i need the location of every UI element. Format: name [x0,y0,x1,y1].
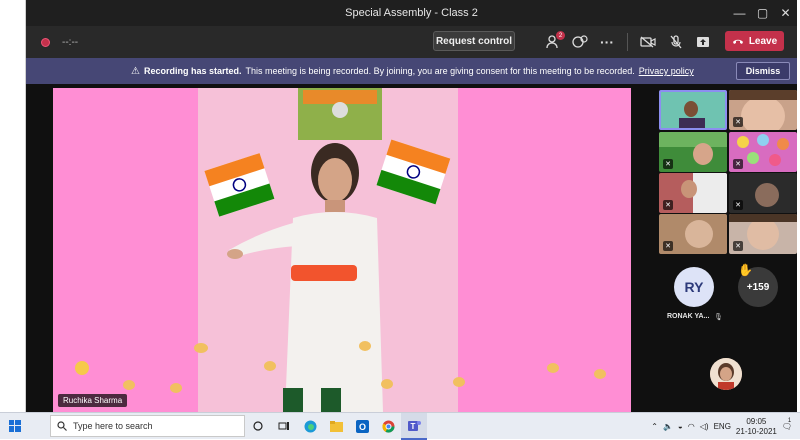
participant-name: RONAK YA... [667,313,710,320]
ellipsis-icon: ··· [600,34,614,50]
taskbar-search[interactable]: Type here to search [50,415,245,437]
speaker-video-image [75,88,606,412]
notification-center-icon[interactable]: 🗨 1 [782,418,792,431]
reactions-button[interactable] [571,33,589,51]
self-view[interactable] [710,358,742,390]
participant-tile[interactable]: ✕ [729,132,797,172]
participant-tile[interactable]: ✕ [729,173,797,213]
edge-icon [304,420,316,432]
mic-off-icon: ✕ [663,200,673,210]
chrome-app[interactable] [375,413,401,440]
leave-label: Leave [748,35,778,47]
clock-time: 09:05 [746,416,767,426]
recording-icon [41,37,50,47]
screen: Special Assembly - Class 2 — ▢ ✕ --:-- R… [0,0,800,440]
mic-off-icon: ✕ [733,117,743,127]
mic-off-icon: ✕ [663,241,673,251]
chrome-icon [381,420,394,433]
participant-tile[interactable]: ✕ [729,90,797,130]
wifi-icon[interactable]: ◠ [688,422,695,431]
close-button[interactable]: ✕ [774,0,797,26]
title-bar: Special Assembly - Class 2 — ▢ ✕ [26,0,797,26]
participant-tile[interactable]: ✕ [729,214,797,254]
camera-off-icon [640,36,656,48]
speaker-name-tag: Ruchika Sharma [58,394,128,407]
windows-taskbar: Type here to search O T ⌃ 🔈 ◒ ◠ ◁) ENG 0… [0,412,800,440]
share-screen-icon [697,37,709,47]
cortana-button[interactable] [245,413,271,440]
task-view-icon [278,422,289,430]
window-controls: — ▢ ✕ [728,0,797,26]
notification-badge: 1 [787,418,792,424]
banner-headline: Recording has started. [143,66,242,76]
mic-off-icon: 🎙 [714,314,723,321]
mic-off-icon: ✕ [733,159,743,169]
share-button[interactable] [694,33,712,51]
outlook-app[interactable]: O [349,413,375,440]
teams-app[interactable]: T [401,412,427,440]
svg-text:T: T [410,422,415,431]
phone-hangup-icon [732,39,743,44]
search-icon [57,421,67,431]
clock[interactable]: 09:05 21-10-2021 [736,417,777,437]
meeting-timer: --:-- [62,36,79,48]
participants-badge: 2 [556,31,565,40]
task-view-button[interactable] [271,413,297,440]
mic-off-icon [670,35,682,49]
meeting-toolbar: --:-- Request control 2 ··· Leave [26,26,797,58]
participant-avatar[interactable]: RY [674,267,714,307]
folder-icon [329,420,343,432]
language-indicator[interactable]: ENG [714,422,731,431]
maximize-button[interactable]: ▢ [751,0,774,26]
main-video: Ruchika Sharma [53,88,631,412]
window-title: Special Assembly - Class 2 [345,7,478,19]
participant-video [661,92,725,128]
meeting-stage: Ruchika Sharma ✕ ✕ ✕ ✕ ✕ ✕ ✕ RY RONAK YA… [26,84,797,412]
toolbar-divider [627,33,628,51]
file-explorer-app[interactable] [323,413,349,440]
leave-button[interactable]: Leave [725,31,784,51]
raised-hand-icon: ✋ [738,263,753,277]
recording-banner: ⚠ Recording has started. This meeting is… [26,58,797,84]
mic-button[interactable] [667,33,685,51]
outlook-icon: O [355,419,369,433]
banner-message: This meeting is being recorded. By joini… [245,66,635,76]
search-placeholder: Type here to search [73,421,153,431]
participant-gallery: ✕ ✕ ✕ ✕ ✕ ✕ ✕ RY RONAK YA... 🎙 +159 ✋ [657,88,797,412]
participant-tile[interactable]: ✕ [659,214,727,254]
request-control-button[interactable]: Request control [433,31,515,51]
edge-app[interactable] [297,413,323,440]
warning-icon: ⚠ [131,65,140,77]
reactions-icon [572,35,588,48]
chevron-up-icon[interactable]: ⌃ [651,422,658,431]
mic-off-icon: ✕ [733,200,743,210]
speaker-icon[interactable]: 🔈 [663,422,673,431]
camera-button[interactable] [639,33,657,51]
network-icon[interactable]: ◒ [678,422,683,431]
participant-tile[interactable] [659,90,727,130]
system-tray: ⌃ 🔈 ◒ ◠ ◁) ENG 09:05 21-10-2021 🗨 1 [651,413,800,440]
participant-tile[interactable]: ✕ [659,132,727,172]
dismiss-button[interactable]: Dismiss [736,62,790,80]
banner-text: ⚠ Recording has started. This meeting is… [131,66,694,77]
cortana-icon [253,421,263,431]
more-actions-button[interactable]: ··· [598,33,616,51]
privacy-policy-link[interactable]: Privacy policy [639,66,694,76]
clock-date: 21-10-2021 [735,426,777,436]
teams-meeting-window: Special Assembly - Class 2 — ▢ ✕ --:-- R… [26,0,797,412]
participants-button[interactable]: 2 [545,31,565,51]
svg-text:O: O [358,422,365,432]
teams-icon: T [407,420,421,431]
windows-logo-icon [9,420,21,432]
self-video [710,358,742,390]
participant-tile[interactable]: ✕ [659,173,727,213]
mic-off-icon: ✕ [733,241,743,251]
mic-off-icon: ✕ [663,159,673,169]
volume-icon[interactable]: ◁) [700,422,709,431]
start-button[interactable] [0,413,30,440]
minimize-button[interactable]: — [728,0,751,26]
left-edge [0,0,26,412]
